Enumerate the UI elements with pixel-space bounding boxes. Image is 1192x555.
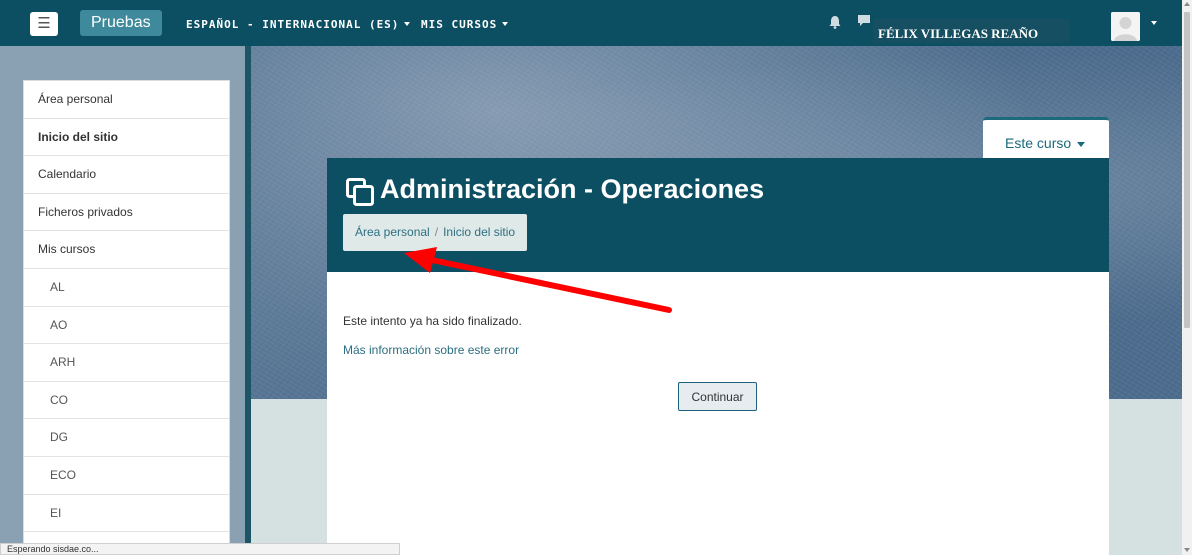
chevron-down-icon bbox=[404, 22, 411, 26]
copy-icon bbox=[346, 178, 374, 206]
menu-icon[interactable]: ☰ bbox=[30, 12, 58, 36]
sidebar-course-item[interactable]: AO bbox=[24, 307, 229, 345]
bell-icon[interactable] bbox=[829, 15, 841, 29]
page-header: Administración - Operaciones Área person… bbox=[327, 158, 1109, 272]
language-menu-label: ESPAÑOL - INTERNACIONAL (ES) bbox=[186, 18, 400, 31]
avatar[interactable] bbox=[1111, 12, 1140, 41]
sidebar-item-inicio-del-sitio[interactable]: Inicio del sitio bbox=[24, 119, 229, 157]
my-courses-menu[interactable]: MIS CURSOS bbox=[421, 18, 509, 31]
sidebar-course-item[interactable]: ARH bbox=[24, 344, 229, 382]
error-message: Este intento ya ha sido finalizado. bbox=[343, 314, 522, 328]
sidebar-course-item[interactable]: EI bbox=[24, 495, 229, 533]
este-curso-tab[interactable]: Este curso bbox=[983, 117, 1109, 161]
sidebar-course-item[interactable]: ECO bbox=[24, 457, 229, 495]
sidebar-item-calendario[interactable]: Calendario bbox=[24, 156, 229, 194]
sidebar-course-item[interactable]: CO bbox=[24, 382, 229, 420]
chat-icon[interactable] bbox=[857, 14, 871, 28]
scroll-up-icon[interactable] bbox=[1184, 2, 1190, 6]
user-name[interactable]: FÉLIX VILLEGAS REAÑO bbox=[873, 19, 1069, 43]
sidebar-divider bbox=[245, 46, 251, 555]
my-courses-menu-label: MIS CURSOS bbox=[421, 18, 498, 31]
user-menu-chevron-icon[interactable] bbox=[1151, 21, 1157, 25]
chevron-down-icon bbox=[1077, 142, 1085, 147]
scrollbar-thumb[interactable] bbox=[1184, 12, 1190, 328]
top-navbar: ☰ Pruebas ESPAÑOL - INTERNACIONAL (ES) M… bbox=[0, 0, 1182, 46]
browser-status-bar: Esperando sisdae.co... bbox=[0, 543, 400, 555]
navigation-drawer: Área personal Inicio del sitio Calendari… bbox=[23, 80, 230, 550]
breadcrumb: Área personal / Inicio del sitio bbox=[343, 214, 528, 251]
user-avatar-icon bbox=[1111, 12, 1140, 41]
sidebar-course-item[interactable]: DG bbox=[24, 419, 229, 457]
site-brand-button[interactable]: Pruebas bbox=[80, 10, 162, 36]
breadcrumb-item-area-personal[interactable]: Área personal bbox=[355, 225, 430, 239]
breadcrumb-separator: / bbox=[434, 225, 439, 239]
language-menu[interactable]: ESPAÑOL - INTERNACIONAL (ES) bbox=[186, 18, 411, 31]
este-curso-label: Este curso bbox=[1005, 135, 1072, 151]
sidebar-course-item[interactable]: AL bbox=[24, 269, 229, 307]
chevron-down-icon bbox=[502, 22, 509, 26]
sidebar-item-mis-cursos[interactable]: Mis cursos bbox=[24, 231, 229, 269]
more-info-link[interactable]: Más información sobre este error bbox=[343, 343, 519, 357]
sidebar-item-area-personal[interactable]: Área personal bbox=[24, 81, 229, 119]
scroll-down-icon[interactable] bbox=[1184, 548, 1190, 552]
breadcrumb-item-inicio-del-sitio[interactable]: Inicio del sitio bbox=[443, 225, 515, 239]
main-content: Administración - Operaciones Área person… bbox=[327, 158, 1109, 555]
sidebar-item-ficheros-privados[interactable]: Ficheros privados bbox=[24, 194, 229, 232]
continue-button[interactable]: Continuar bbox=[678, 382, 757, 411]
page-title: Administración - Operaciones bbox=[380, 174, 765, 204]
